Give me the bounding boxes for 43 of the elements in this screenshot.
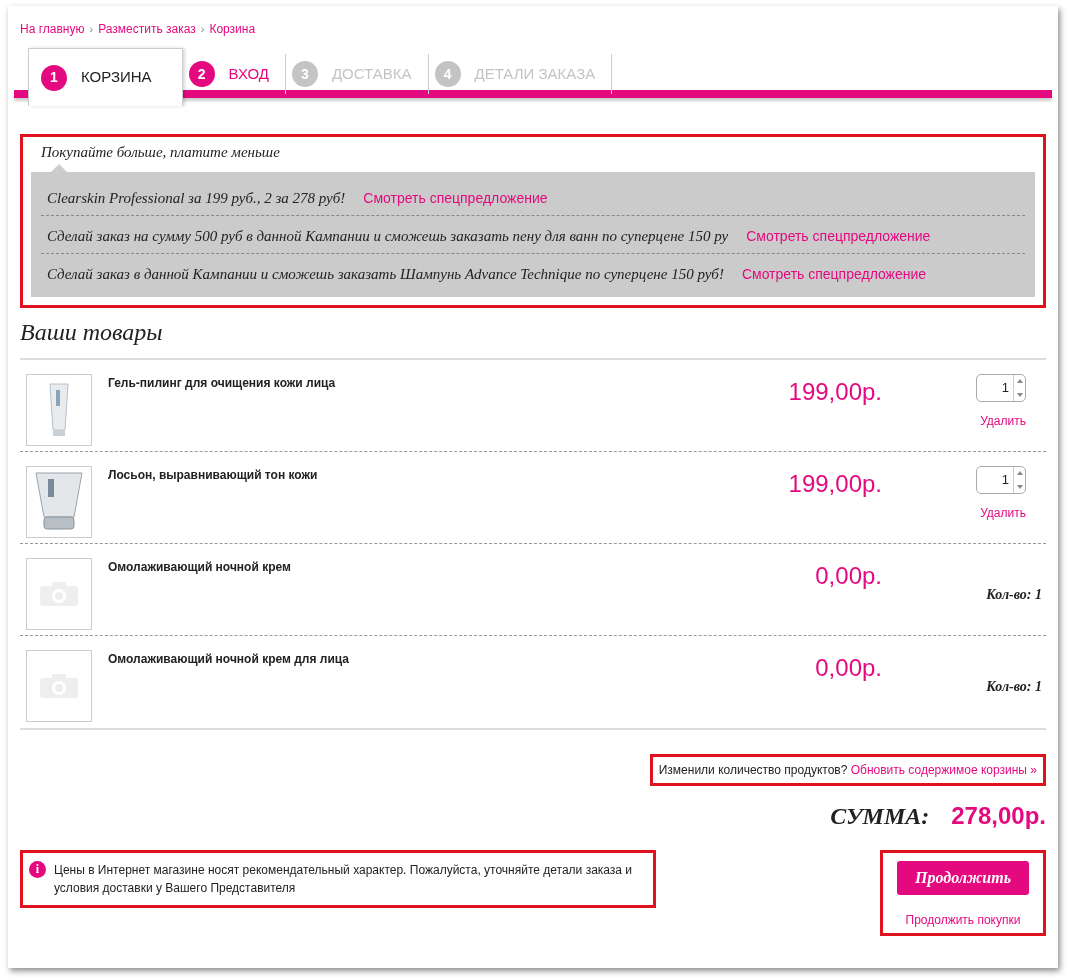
- checkout-step-tab[interactable]: 1 КОРЗИНА: [28, 48, 183, 106]
- notice-text: Цены в Интернет магазине носят рекомендательный характер. Пожалуйста, уточняйте детали заказа и условия доставки у Вашего Представителя: [54, 861, 634, 897]
- step-number-badge: 4: [434, 61, 461, 87]
- offer-link[interactable]: Смотреть спецпредложение: [363, 189, 548, 206]
- remove-link[interactable]: Удалить: [980, 503, 1026, 522]
- breadcrumb-link[interactable]: Разместить заказ: [98, 20, 196, 38]
- step-number-badge: 3: [291, 61, 318, 87]
- info-icon: i: [29, 860, 46, 878]
- product-tube-icon: [48, 381, 70, 438]
- update-question: Изменили количество продуктов?: [658, 762, 849, 777]
- product-name: Омолаживающий ночной крем для лица: [107, 650, 350, 668]
- checkout-step-tab[interactable]: 2 ВХОД: [188, 54, 286, 94]
- quantity-spinner[interactable]: 1: [976, 373, 1026, 402]
- quantity-label: Кол-во: 1: [986, 677, 1042, 696]
- step-number-badge: 1: [41, 64, 67, 91]
- product-price: 0,00р.: [814, 652, 882, 683]
- product-tube-icon: [34, 470, 84, 533]
- continue-shopping-link[interactable]: Продолжить покупки: [905, 910, 1021, 929]
- breadcrumb-separator: ›: [200, 21, 205, 37]
- product-price: 0,00р.: [814, 560, 882, 591]
- remove-link[interactable]: Удалить: [980, 411, 1026, 430]
- product-price: 199,00р.: [787, 468, 882, 499]
- offer-text: Сделай заказ в данной Кампании и сможешь заказать Шампунь Advance Technique по суперцене 150 руб!: [47, 265, 724, 282]
- breadcrumb-link[interactable]: Корзина: [209, 20, 256, 38]
- product-name: Омолаживающий ночной крем: [107, 558, 292, 576]
- update-cart-link[interactable]: Обновить содержимое корзины »: [850, 762, 1037, 777]
- offer-link[interactable]: Смотреть спецпредложение: [741, 265, 927, 282]
- breadcrumb-link[interactable]: На главную: [20, 20, 85, 38]
- product-name: Гель-пилинг для очищения кожи лица: [107, 374, 337, 392]
- step-number-badge: 2: [188, 61, 215, 87]
- breadcrumb-separator: ›: [89, 21, 94, 37]
- promo-title: Покупайте больше, платите меньше: [40, 143, 281, 162]
- offer-text: Сделай заказ на сумму 500 руб в данной Кампании и сможешь заказать пену для ванн по суперцене 150 ру: [47, 227, 729, 244]
- offer-text: Clearskin Professional за 199 руб., 2 за 278 руб!: [47, 189, 346, 206]
- quantity-label: Кол-во: 1: [986, 585, 1042, 604]
- quantity-spinner[interactable]: 1: [976, 465, 1026, 494]
- total-amount: 278,00р.: [951, 800, 1046, 831]
- continue-button[interactable]: Продолжить: [897, 860, 1029, 895]
- section-heading: Ваши товары: [20, 317, 164, 347]
- offer-link[interactable]: Смотреть спецпредложение: [746, 227, 931, 244]
- product-name: Лосьон, выравнивающий тон кожи: [107, 466, 319, 484]
- total-label: СУММА:: [830, 801, 930, 831]
- product-price: 199,00р.: [787, 376, 882, 407]
